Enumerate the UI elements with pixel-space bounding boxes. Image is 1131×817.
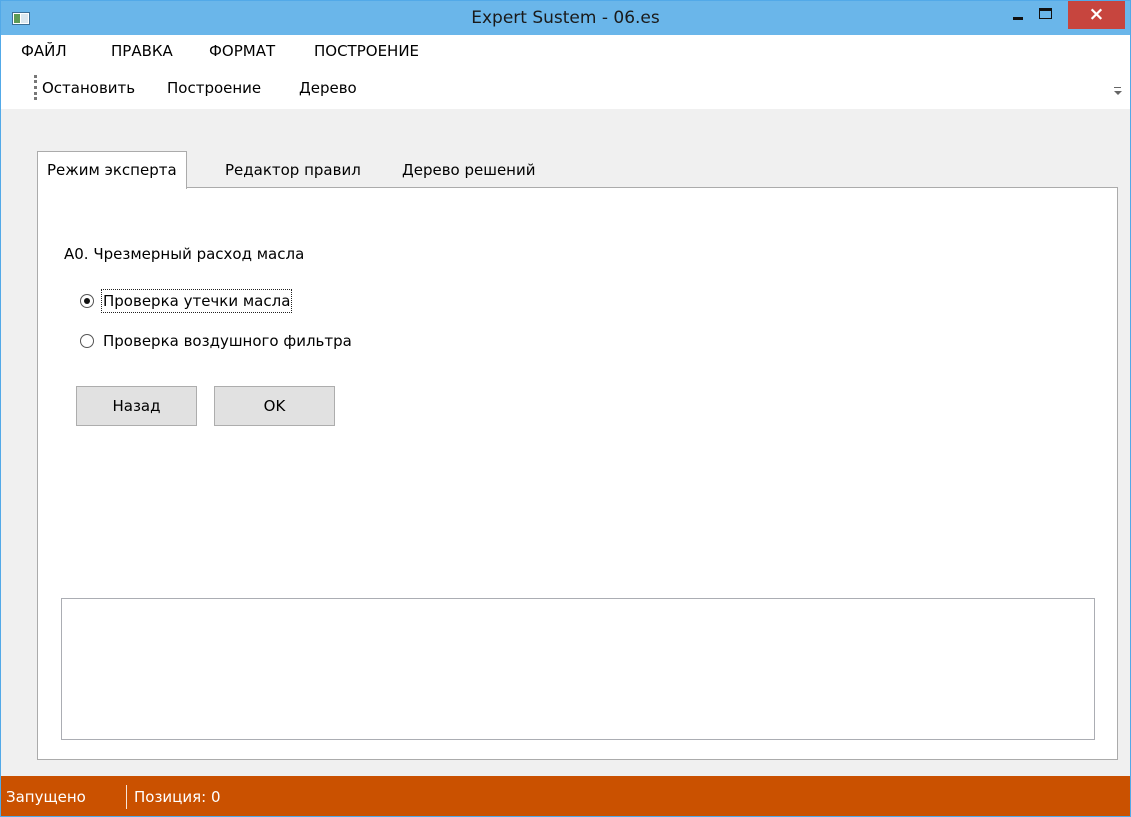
tab-rules-editor[interactable]: Редактор правил	[216, 154, 370, 188]
status-position: Позиция: 0	[134, 788, 221, 806]
maximize-icon	[1039, 8, 1052, 19]
menu-build[interactable]: ПОСТРОЕНИЕ	[310, 35, 423, 67]
tab-decision-tree[interactable]: Дерево решений	[393, 154, 545, 188]
stop-button[interactable]: Остановить	[40, 67, 137, 109]
close-icon: ×	[1088, 3, 1105, 25]
toolbar-overflow-icon[interactable]	[1114, 87, 1122, 99]
minimize-icon	[1013, 17, 1023, 20]
tree-button[interactable]: Дерево	[297, 67, 359, 109]
output-textbox[interactable]	[61, 598, 1095, 740]
radio-button-checked[interactable]	[80, 294, 94, 308]
radio-button[interactable]	[80, 334, 94, 348]
close-button[interactable]: ×	[1068, 1, 1125, 29]
status-divider	[126, 785, 127, 809]
option-label[interactable]: Проверка воздушного фильтра	[101, 329, 354, 353]
tab-strip: Режим эксперта Редактор правил Дерево ре…	[1, 151, 1130, 189]
ok-button[interactable]: OK	[214, 386, 335, 426]
menu-file[interactable]: ФАЙЛ	[17, 35, 71, 67]
app-window: Expert Sustem - 06.es × ФАЙЛ ПРАВКА ФОРМ…	[0, 0, 1131, 817]
toolbar: Остановить Построение Дерево	[1, 67, 1130, 109]
window-title: Expert Sustem - 06.es	[471, 8, 660, 28]
question-label: А0. Чрезмерный расход масла	[64, 245, 305, 263]
minimize-button[interactable]	[1003, 1, 1033, 31]
menu-edit[interactable]: ПРАВКА	[107, 35, 177, 67]
build-button[interactable]: Построение	[165, 67, 263, 109]
overflow-line	[1114, 87, 1121, 88]
overflow-arrow	[1114, 91, 1122, 95]
toolbar-grip-handle[interactable]	[34, 75, 37, 100]
tab-expert-mode[interactable]: Режим эксперта	[37, 151, 187, 189]
back-button[interactable]: Назад	[76, 386, 197, 426]
title-bar[interactable]: Expert Sustem - 06.es ×	[1, 1, 1130, 35]
menu-format[interactable]: ФОРМАТ	[205, 35, 279, 67]
option-label[interactable]: Проверка утечки масла	[101, 289, 293, 313]
expert-mode-panel: А0. Чрезмерный расход масла Проверка уте…	[37, 187, 1118, 760]
maximize-button[interactable]	[1031, 1, 1061, 31]
status-state: Запущено	[6, 788, 86, 806]
status-bar: Запущено Позиция: 0	[1, 776, 1130, 816]
menu-bar: ФАЙЛ ПРАВКА ФОРМАТ ПОСТРОЕНИЕ	[1, 35, 1130, 67]
